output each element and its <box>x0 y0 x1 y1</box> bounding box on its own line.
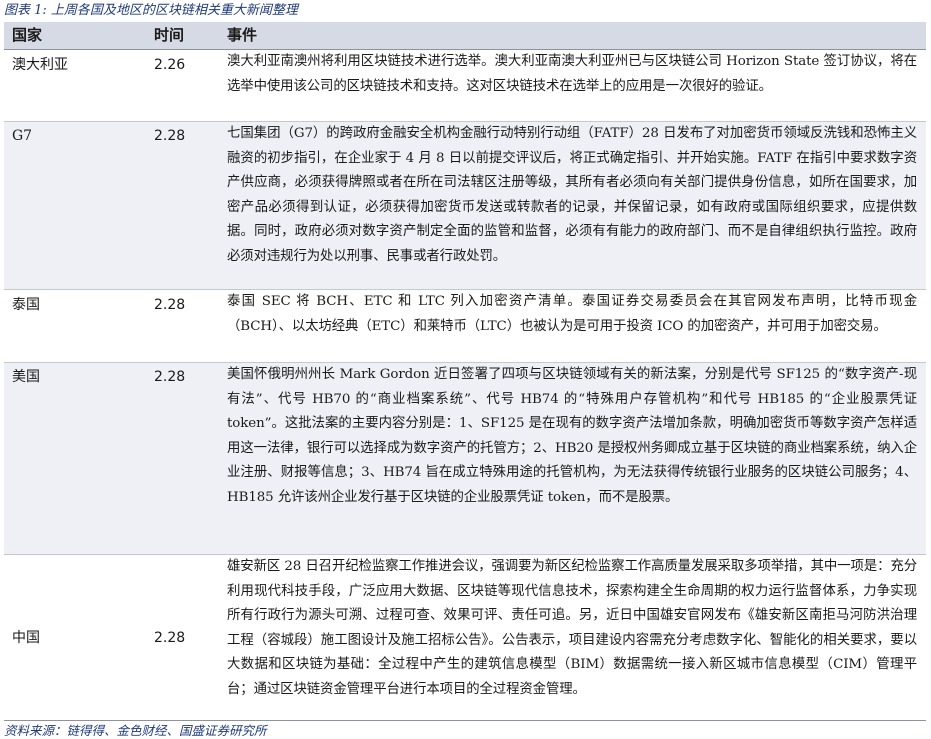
country-cell: 中国 <box>12 630 40 646</box>
country-cell: G7 <box>12 128 33 144</box>
country-cell: 美国 <box>12 369 40 385</box>
time-cell: 2.28 <box>154 297 186 313</box>
event-cell: 七国集团（G7）的跨政府金融安全机构金融行动特别行动组（FATF）28 日发布了… <box>227 126 917 264</box>
table-row: 美国 2.28 美国怀俄明州州长 Mark Gordon 近日签署了四项与区块链… <box>4 362 926 554</box>
event-cell: 雄安新区 28 日召开纪检监察工作推进会议，强调要为新区纪检监察工作高质量发展采… <box>227 559 917 697</box>
news-table: 国家 时间 事件 澳大利亚 2.26 澳大利亚南澳州将利用区块链技术进行选举。澳… <box>4 22 926 721</box>
table-header-row: 国家 时间 事件 <box>4 22 926 49</box>
table-caption: 图表 1: 上周各国及地区的区块链相关重大新闻整理 <box>4 3 298 18</box>
time-cell: 2.26 <box>154 57 186 73</box>
source-note: 资料来源：链得得、金色财经、国盛证券研究所 <box>4 723 267 738</box>
time-cell: 2.28 <box>154 630 186 646</box>
table-row: 澳大利亚 2.26 澳大利亚南澳州将利用区块链技术进行选举。澳大利亚南澳大利亚州… <box>4 49 926 121</box>
time-cell: 2.28 <box>154 128 186 144</box>
country-cell: 泰国 <box>12 297 40 313</box>
event-cell: 美国怀俄明州州长 Mark Gordon 近日签署了四项与区块链领域有关的新法案… <box>227 367 917 505</box>
country-cell: 澳大利亚 <box>12 57 68 73</box>
time-cell: 2.28 <box>154 369 186 385</box>
table-row: 泰国 2.28 泰国 SEC 将 BCH、ETC 和 LTC 列入加密资产清单。… <box>4 289 926 362</box>
header-time: 时间 <box>154 26 185 44</box>
table-row: 中国 2.28 雄安新区 28 日召开纪检监察工作推进会议，强调要为新区纪检监察… <box>4 554 926 720</box>
header-event: 事件 <box>227 26 258 44</box>
table-row: G7 2.28 七国集团（G7）的跨政府金融安全机构金融行动特别行动组（FATF… <box>4 121 926 289</box>
event-cell: 泰国 SEC 将 BCH、ETC 和 LTC 列入加密资产清单。泰国证券交易委员… <box>227 294 917 334</box>
header-country: 国家 <box>12 26 43 44</box>
event-cell: 澳大利亚南澳州将利用区块链技术进行选举。澳大利亚南澳大利亚州已与区块链公司 Ho… <box>227 54 917 94</box>
